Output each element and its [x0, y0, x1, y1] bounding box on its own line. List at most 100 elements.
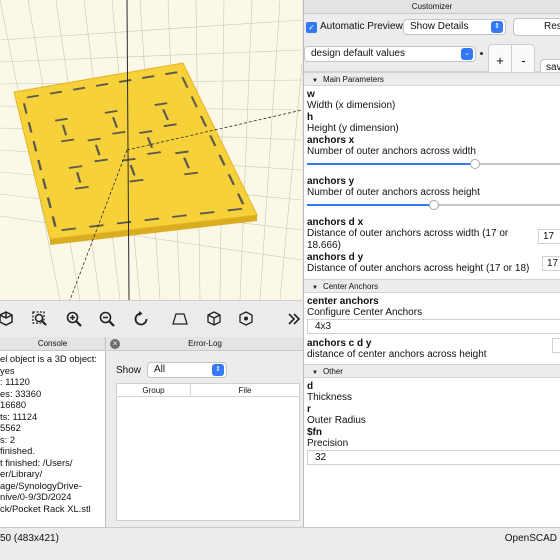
param-desc-h: Height (y dimension): [307, 123, 399, 134]
error-filter-row: Show All ⇕: [116, 361, 228, 379]
param-name-center-anchors: center anchors: [307, 296, 379, 307]
param-desc-anchors-d-x-line1: Distance of outer anchors across width (…: [307, 228, 509, 239]
grid-line: [239, 0, 253, 300]
slider-knob[interactable]: [429, 200, 439, 210]
anchors-x-slider[interactable]: [307, 158, 560, 170]
console-output: el object is a 3D object: yes: 11120 es: …: [0, 351, 105, 514]
show-details-select[interactable]: Show Details ⇕: [403, 19, 506, 35]
automatic-preview-checkbox[interactable]: ✓: [306, 22, 317, 33]
customizer-title: Customizer: [411, 2, 453, 11]
zoom-fit-icon[interactable]: [30, 309, 50, 329]
group-title: Main Parameters: [322, 75, 384, 84]
preset-select[interactable]: design default values ⌄: [304, 46, 476, 62]
anchors-y-slider[interactable]: [307, 199, 560, 211]
param-name-h: h: [307, 112, 314, 123]
param-desc-anchors-x: Number of outer anchors across width: [307, 146, 476, 157]
parameters-list: ▼ Main Parameters w Width (x dimension) h…: [304, 72, 560, 527]
anchors-d-x-spinbox[interactable]: 17: [538, 229, 560, 244]
perspective-icon[interactable]: [170, 309, 190, 329]
grid-line: [279, 61, 302, 300]
console-line: 5562: [0, 422, 21, 433]
param-desc-anchors-c-d-y: distance of center anchors across height: [307, 349, 487, 360]
orthogonal-icon[interactable]: [204, 309, 224, 329]
app-version-status: OpenSCAD: [504, 533, 557, 544]
pocket-rack-model: [13, 62, 258, 245]
zoom-out-icon[interactable]: [97, 309, 117, 329]
reset-view-icon[interactable]: [131, 309, 151, 329]
console-line: finished.: [0, 445, 35, 456]
slider-fill: [307, 204, 434, 206]
group-main-parameters[interactable]: ▼ Main Parameters: [304, 72, 560, 86]
console-header: Console: [0, 337, 105, 351]
3d-viewport[interactable]: [0, 0, 302, 300]
param-name-anchors-x: anchors x: [307, 135, 355, 146]
customizer-header: Customizer: [304, 0, 560, 14]
anchors-d-y-spinbox[interactable]: 17: [542, 256, 560, 271]
param-desc-w: Width (x dimension): [307, 100, 396, 111]
param-name-w: w: [307, 89, 315, 100]
param-desc-anchors-y: Number of outer anchors across height: [307, 187, 480, 198]
error-filter-value: All: [154, 364, 166, 375]
param-anchors-c-d-y: anchors c d y distance of center anchors…: [304, 338, 560, 361]
chevron-updown-icon: ⇕: [491, 21, 503, 33]
param-anchors-d-x: anchors d x Distance of outer anchors ac…: [304, 217, 560, 252]
group-title: Other: [322, 367, 343, 376]
column-file[interactable]: File: [191, 384, 299, 396]
param-desc-center-anchors: Configure Center Anchors: [307, 307, 423, 318]
view-all-icon[interactable]: [0, 309, 16, 329]
triangle-down-icon: ▼: [312, 370, 318, 376]
param-name-r: r: [307, 404, 311, 415]
group-center-anchors[interactable]: ▼ Center Anchors: [304, 279, 560, 293]
console-line: 16680: [0, 399, 27, 410]
param-desc-anchors-d-y: Distance of outer anchors across height …: [307, 263, 530, 274]
console-line: er/Library/: [0, 468, 43, 479]
status-bar: 50 (483x421) OpenSCAD: [0, 527, 560, 560]
param-anchors-d-y: anchors d y Distance of outer anchors ac…: [304, 252, 560, 275]
fn-input[interactable]: 32: [307, 450, 560, 465]
plate-top: [13, 62, 258, 240]
column-group[interactable]: Group: [117, 384, 191, 396]
param-name-anchors-d-x: anchors d x: [307, 217, 364, 228]
automatic-preview-label: Automatic Preview: [320, 21, 403, 32]
viewport-size-status: 50 (483x421): [0, 533, 59, 544]
console-line: age/SynologyDrive-: [0, 479, 82, 491]
reset-button[interactable]: Rese: [513, 18, 560, 36]
console-line: : 11120: [0, 376, 30, 387]
param-name-fn: $fn: [307, 427, 322, 438]
console-line: s: 2: [0, 433, 16, 445]
console-line: t finished: /Users/: [0, 456, 73, 468]
group-title: Center Anchors: [322, 282, 379, 291]
chevron-down-icon: ⌄: [461, 48, 473, 60]
triangle-down-icon: ▼: [312, 78, 318, 84]
console-line: ck/Pocket Rack XL.stl: [0, 502, 91, 514]
console-title: Console: [37, 339, 68, 348]
console-line: es: 33360: [0, 387, 42, 399]
customizer-panel: Customizer ✓ Automatic Preview Show Deta…: [303, 0, 560, 527]
show-axes-icon[interactable]: [236, 309, 256, 329]
param-name-anchors-d-y: anchors d y: [307, 252, 364, 263]
group-other[interactable]: ▼ Other: [304, 364, 560, 378]
anchors-c-d-y-spinbox[interactable]: [552, 338, 560, 353]
error-log-title: Error-Log: [188, 339, 222, 348]
grid-line: [0, 19, 302, 41]
customizer-controls: ✓ Automatic Preview Show Details ⇕ Rese …: [304, 14, 560, 82]
chevron-updown-icon: ⇕: [212, 364, 225, 376]
more-icon[interactable]: [284, 309, 304, 329]
console-panel: Console el object is a 3D object: yes: 1…: [0, 337, 106, 527]
console-line: nive/0-9/3D/2024: [0, 491, 72, 502]
error-filter-select[interactable]: All ⇕: [147, 362, 228, 378]
param-name-anchors-y: anchors y: [307, 176, 355, 187]
center-anchors-input[interactable]: 4x3: [307, 319, 560, 334]
error-table: Group File: [116, 383, 300, 521]
show-label: Show: [116, 364, 142, 376]
slider-fill: [307, 163, 475, 165]
slider-knob[interactable]: [469, 159, 480, 169]
grid-line: [0, 49, 302, 63]
error-log-header: × Error-Log: [107, 337, 303, 351]
separator-dot: [480, 52, 483, 55]
close-icon[interactable]: ×: [110, 339, 120, 349]
console-line: el object is a 3D object:: [0, 353, 97, 364]
zoom-in-icon[interactable]: [64, 309, 84, 329]
param-desc-anchors-d-x-line2: 18.666): [307, 240, 341, 251]
error-table-header: Group File: [117, 384, 299, 397]
